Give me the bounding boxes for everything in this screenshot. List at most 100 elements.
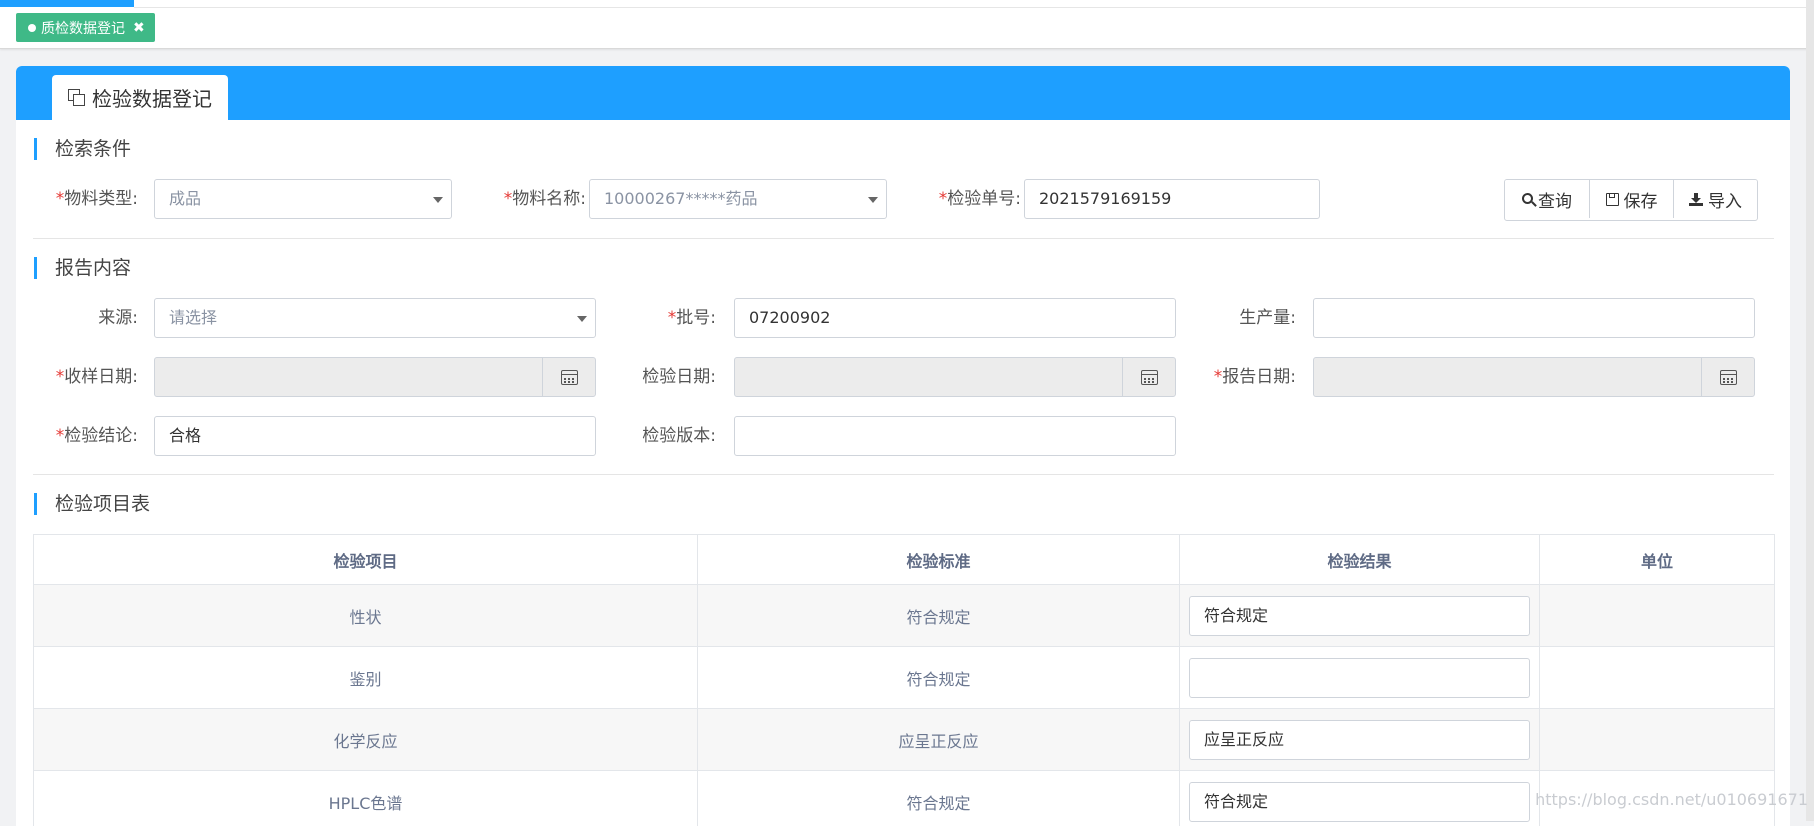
inspection-items-table: 检验项目 检验标准 检验结果 单位 性状 符合规定 符合规定 鉴别 符合规定 化… (33, 534, 1775, 826)
table-row: 鉴别 符合规定 (34, 647, 1775, 709)
required-mark: * (56, 189, 65, 209)
main-panel: 检验数据登记 检索条件 *物料类型: 成品 *物料名称: 10000267***… (16, 66, 1790, 826)
cell-standard: 符合规定 (698, 771, 1180, 826)
conclusion-label: *检验结论: (40, 416, 138, 456)
inspection-date-label: 检验日期: (616, 357, 716, 397)
cell-standard: 符合规定 (698, 585, 1180, 647)
cell-item: HPLC色谱 (34, 771, 698, 826)
required-mark: * (1214, 367, 1223, 387)
open-tab-quality-data[interactable]: 质检数据登记 ✖ (16, 13, 155, 42)
cell-result: 符合规定 (1180, 585, 1540, 647)
save-button-label: 保存 (1624, 187, 1658, 212)
table-row: HPLC色谱 符合规定 符合规定 (34, 771, 1775, 826)
cell-result: 应呈正反应 (1180, 709, 1540, 771)
chevron-down-icon (433, 197, 443, 203)
material-type-label-text: 物料类型: (64, 189, 138, 209)
inspection-date-input[interactable] (734, 357, 1176, 397)
version-input[interactable] (734, 416, 1176, 456)
open-tab-label: 质检数据登记 (41, 18, 125, 38)
inspection-no-label: *检验单号: (911, 179, 1021, 219)
sample-date-input[interactable] (154, 357, 596, 397)
source-placeholder: 请选择 (169, 308, 217, 327)
close-tab-icon[interactable]: ✖ (133, 20, 145, 36)
calendar-icon (1141, 370, 1158, 385)
required-mark: * (504, 189, 513, 209)
material-type-label: *物料类型: (40, 179, 138, 219)
download-icon (1689, 193, 1703, 206)
required-mark: * (939, 189, 948, 209)
cell-item: 化学反应 (34, 709, 698, 771)
panel-tab-label: 检验数据登记 (92, 83, 212, 112)
report-date-label-text: 报告日期: (1222, 367, 1296, 387)
chevron-down-icon (868, 197, 878, 203)
result-input[interactable]: 符合规定 (1189, 782, 1530, 822)
loading-progress (0, 0, 134, 7)
cell-unit (1540, 585, 1775, 647)
watermark: https://blog.csdn.net/u010691671 (1535, 790, 1808, 809)
result-input[interactable] (1189, 658, 1530, 698)
col-header-unit: 单位 (1540, 535, 1775, 585)
table-row: 性状 符合规定 符合规定 (34, 585, 1775, 647)
copy-icon (68, 89, 86, 107)
tab-dot-icon (28, 24, 36, 32)
section-title-items: 检验项目表 (34, 493, 150, 515)
panel-header: 检验数据登记 (16, 66, 1790, 120)
required-mark: * (668, 308, 677, 328)
calendar-icon (561, 370, 578, 385)
query-button[interactable]: 查询 (1505, 180, 1589, 218)
calendar-button[interactable] (1701, 358, 1754, 396)
cell-result: 符合规定 (1180, 771, 1540, 826)
source-select[interactable]: 请选择 (154, 298, 596, 338)
cell-standard: 应呈正反应 (698, 709, 1180, 771)
production-qty-input[interactable] (1313, 298, 1755, 338)
top-bar: 质检数据登记 ✖ (0, 0, 1814, 49)
material-type-value: 成品 (169, 189, 201, 208)
result-input[interactable]: 符合规定 (1189, 596, 1530, 636)
panel-tab-inspection-register[interactable]: 检验数据登记 (52, 75, 228, 120)
sample-date-label-text: 收样日期: (64, 367, 138, 387)
material-name-label: *物料名称: (476, 179, 586, 219)
cell-item: 鉴别 (34, 647, 698, 709)
chevron-down-icon (577, 316, 587, 322)
batch-no-label: *批号: (616, 298, 716, 338)
conclusion-label-text: 检验结论: (64, 426, 138, 446)
cell-result (1180, 647, 1540, 709)
import-button-label: 导入 (1708, 187, 1742, 212)
inspection-no-label-text: 检验单号: (947, 189, 1021, 209)
report-date-input[interactable] (1313, 357, 1755, 397)
query-button-label: 查询 (1538, 187, 1572, 212)
page-scrollbar[interactable] (1806, 0, 1814, 821)
material-name-value: 10000267*****药品 (604, 189, 757, 208)
calendar-button[interactable] (1122, 358, 1175, 396)
batch-no-input[interactable]: 07200902 (734, 298, 1176, 338)
import-button[interactable]: 导入 (1673, 180, 1757, 218)
required-mark: * (56, 426, 65, 446)
sample-date-label: *收样日期: (40, 357, 138, 397)
calendar-button[interactable] (542, 358, 595, 396)
production-qty-label: 生产量: (1196, 298, 1296, 338)
table-header-row: 检验项目 检验标准 检验结果 单位 (34, 535, 1775, 585)
col-header-item: 检验项目 (34, 535, 698, 585)
col-header-result: 检验结果 (1180, 535, 1540, 585)
cell-item: 性状 (34, 585, 698, 647)
conclusion-input[interactable]: 合格 (154, 416, 596, 456)
divider (33, 474, 1774, 475)
toolbar-button-group: 查询 保存 导入 (1504, 179, 1758, 221)
divider (33, 238, 1774, 239)
required-mark: * (56, 367, 65, 387)
material-name-select[interactable]: 10000267*****药品 (589, 179, 887, 219)
source-label: 来源: (40, 298, 138, 338)
section-title-search: 检索条件 (34, 138, 131, 160)
cell-unit (1540, 709, 1775, 771)
top-divider (134, 7, 1814, 8)
material-name-label-text: 物料名称: (512, 189, 586, 209)
material-type-select[interactable]: 成品 (154, 179, 452, 219)
inspection-no-input[interactable]: 2021579169159 (1024, 179, 1320, 219)
cell-standard: 符合规定 (698, 647, 1180, 709)
col-header-standard: 检验标准 (698, 535, 1180, 585)
version-label: 检验版本: (616, 416, 716, 456)
save-button[interactable]: 保存 (1589, 180, 1673, 218)
result-input[interactable]: 应呈正反应 (1189, 720, 1530, 760)
table-row: 化学反应 应呈正反应 应呈正反应 (34, 709, 1775, 771)
report-date-label: *报告日期: (1196, 357, 1296, 397)
